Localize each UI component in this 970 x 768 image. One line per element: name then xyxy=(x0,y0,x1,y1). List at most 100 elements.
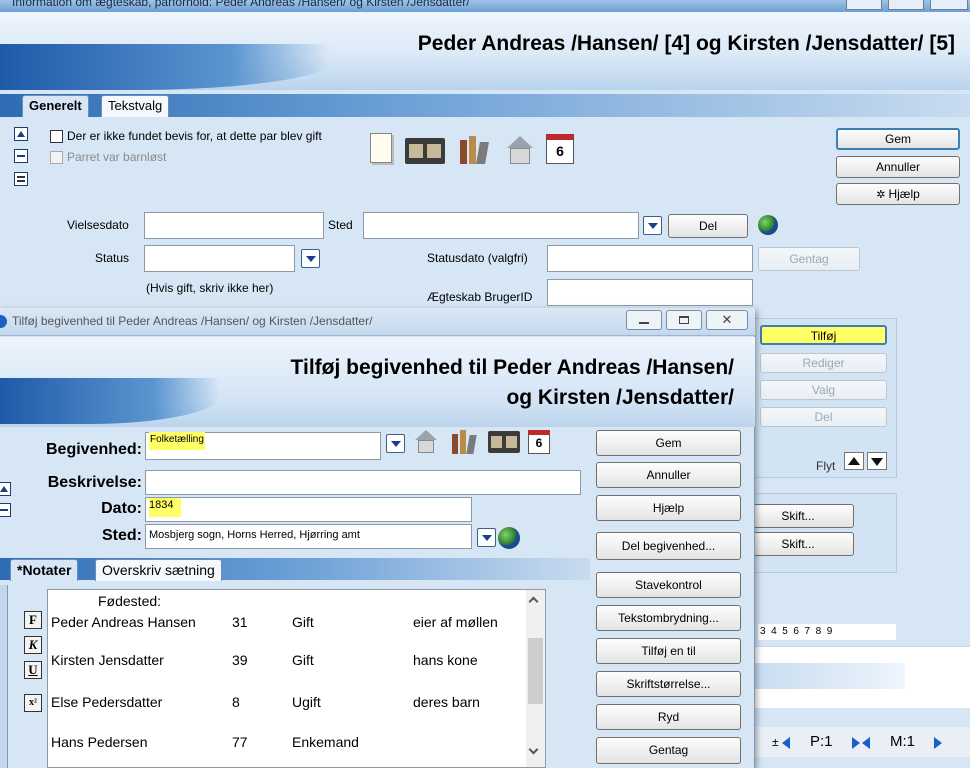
place-dropdown[interactable] xyxy=(477,528,496,547)
books-icon[interactable] xyxy=(458,134,490,166)
add-another-button[interactable]: Tilføj en til xyxy=(596,638,741,664)
maximize-button[interactable] xyxy=(888,0,924,10)
statusdato-label: Statusdato (valgfri) xyxy=(427,251,528,265)
marriage-next-icon[interactable] xyxy=(934,737,942,749)
globe-icon[interactable] xyxy=(758,215,778,235)
scroll-up-icon[interactable] xyxy=(528,596,539,607)
notes-textarea[interactable]: Fødested: Peder Andreas Hansen 31 Gift e… xyxy=(47,589,546,768)
superscript-button[interactable]: x² xyxy=(24,694,42,712)
page-prev-icon[interactable] xyxy=(782,737,790,749)
move-up-arrow[interactable] xyxy=(844,452,864,470)
person-role: deres barn xyxy=(413,694,480,710)
marriage-prev-icon[interactable] xyxy=(862,737,870,749)
scroll-thumb[interactable] xyxy=(528,638,543,704)
vielsesdato-input[interactable] xyxy=(144,212,324,239)
status-input[interactable] xyxy=(144,245,295,272)
italic-button[interactable]: K xyxy=(24,636,42,654)
notes-left-strip xyxy=(0,585,8,768)
person-status: Gift xyxy=(292,614,314,630)
dialog-move-up-button[interactable] xyxy=(0,482,11,496)
statusdato-input[interactable] xyxy=(547,245,753,272)
del-button[interactable]: Del xyxy=(668,214,748,238)
dialog-repeat-button[interactable]: Gentag xyxy=(596,737,741,764)
minimize-button[interactable] xyxy=(846,0,882,10)
main-cancel-button[interactable]: Annuller xyxy=(836,156,960,178)
place-globe-icon[interactable] xyxy=(498,527,520,549)
note-icon[interactable] xyxy=(370,133,392,163)
person-role: eier af møllen xyxy=(413,614,498,630)
dialog-minimize-section-button[interactable] xyxy=(0,503,11,517)
scroll-down-icon[interactable] xyxy=(528,744,539,755)
edit-event-button[interactable]: Rediger xyxy=(760,353,887,373)
font-size-button[interactable]: Skriftstørrelse... xyxy=(596,671,741,697)
pm-prefix: ± xyxy=(772,735,779,749)
status-dropdown[interactable] xyxy=(301,249,320,268)
dialog-maximize-button[interactable] xyxy=(666,310,702,330)
page-label: P:1 xyxy=(810,733,833,750)
childless-checkbox[interactable] xyxy=(50,151,63,164)
tab-notes[interactable]: *Notater xyxy=(10,559,79,581)
main-help-button[interactable]: ✲ Hjælp xyxy=(836,183,960,205)
options-button[interactable]: Valg xyxy=(760,380,887,400)
add-event-button[interactable]: Tilføj xyxy=(760,325,887,345)
date-value: 1834 xyxy=(149,498,182,517)
status-label: Status xyxy=(95,251,130,265)
date-input[interactable]: 1834 xyxy=(145,497,472,522)
close-button[interactable] xyxy=(930,0,968,10)
share-event-button[interactable]: Del begivenhed... xyxy=(596,532,741,560)
move-down-arrow[interactable] xyxy=(867,452,887,470)
tab-overwrite-sentence[interactable]: Overskriv sætning xyxy=(95,559,222,581)
minimize-section-button[interactable] xyxy=(14,149,28,163)
dialog-books-icon[interactable] xyxy=(450,429,478,455)
dialog-minimize-button[interactable] xyxy=(626,310,662,330)
vielsesdato-label: Vielsesdato xyxy=(67,218,129,232)
clear-button[interactable]: Ryd xyxy=(596,704,741,730)
dialog-close-button[interactable]: ✕ xyxy=(706,310,748,330)
place-label: Sted: xyxy=(102,527,142,544)
event-label: Begivenhed: xyxy=(45,441,142,458)
bold-button[interactable]: F xyxy=(24,611,42,629)
dialog-titlebar: Tilføj begivenhed til Peder Andreas /Han… xyxy=(0,308,755,336)
main-save-button[interactable]: Gem xyxy=(836,128,960,150)
place-input[interactable]: Mosbjerg sogn, Horns Herred, Hjørring am… xyxy=(145,524,472,549)
list-view-button[interactable] xyxy=(14,172,28,186)
help-icon: ✲ xyxy=(876,189,889,201)
word-wrap-button[interactable]: Tekstombrydning... xyxy=(596,605,741,631)
table-row: Hans Pedersen 77 Enkemand xyxy=(48,734,528,754)
description-input[interactable] xyxy=(145,470,581,495)
brugerid-input[interactable] xyxy=(547,279,753,306)
notes-scrollbar[interactable] xyxy=(526,590,545,767)
dialog-save-button[interactable]: Gem xyxy=(596,430,741,456)
dialog-calendar-icon[interactable]: 6 xyxy=(528,430,550,454)
underline-button[interactable]: U xyxy=(24,661,42,679)
dialog-cancel-button[interactable]: Annuller xyxy=(596,462,741,488)
sted-label: Sted xyxy=(328,218,353,232)
person-age: 39 xyxy=(232,652,248,668)
person-name: Hans Pedersen xyxy=(51,734,148,750)
spellcheck-button[interactable]: Stavekontrol xyxy=(596,572,741,598)
event-input[interactable]: Folketælling xyxy=(145,432,381,460)
dialog-house-icon[interactable] xyxy=(413,429,439,455)
house-icon[interactable] xyxy=(504,134,536,166)
dialog-heading-line2: og Kirsten /Jensdatter/ xyxy=(506,386,734,409)
photo-album-icon[interactable] xyxy=(405,138,445,164)
person-status: Enkemand xyxy=(292,734,359,750)
no-proof-checkbox[interactable] xyxy=(50,130,63,143)
page-next-icon[interactable] xyxy=(852,737,860,749)
dialog-photo-album-icon[interactable] xyxy=(488,431,520,453)
dialog-help-button[interactable]: Hjælp xyxy=(596,495,741,521)
person-age: 8 xyxy=(232,694,240,710)
sted-input[interactable] xyxy=(363,212,639,239)
calendar-icon[interactable]: 6 xyxy=(546,134,574,164)
main-title-text: Information om ægteskab, parforhold: Ped… xyxy=(12,0,470,9)
event-dropdown[interactable] xyxy=(386,434,405,453)
tab-tekstvalg[interactable]: Tekstvalg xyxy=(101,95,170,117)
tab-generelt[interactable]: Generelt xyxy=(22,95,89,117)
shift-button-1[interactable]: Skift... xyxy=(742,504,854,528)
delete-event-button[interactable]: Del xyxy=(760,407,887,427)
main-repeat-button[interactable]: Gentag xyxy=(758,247,860,271)
sted-dropdown[interactable] xyxy=(643,216,662,235)
childless-label: Parret var barnløst xyxy=(67,150,167,164)
shift-button-2[interactable]: Skift... xyxy=(742,532,854,556)
move-up-button[interactable] xyxy=(14,127,28,141)
